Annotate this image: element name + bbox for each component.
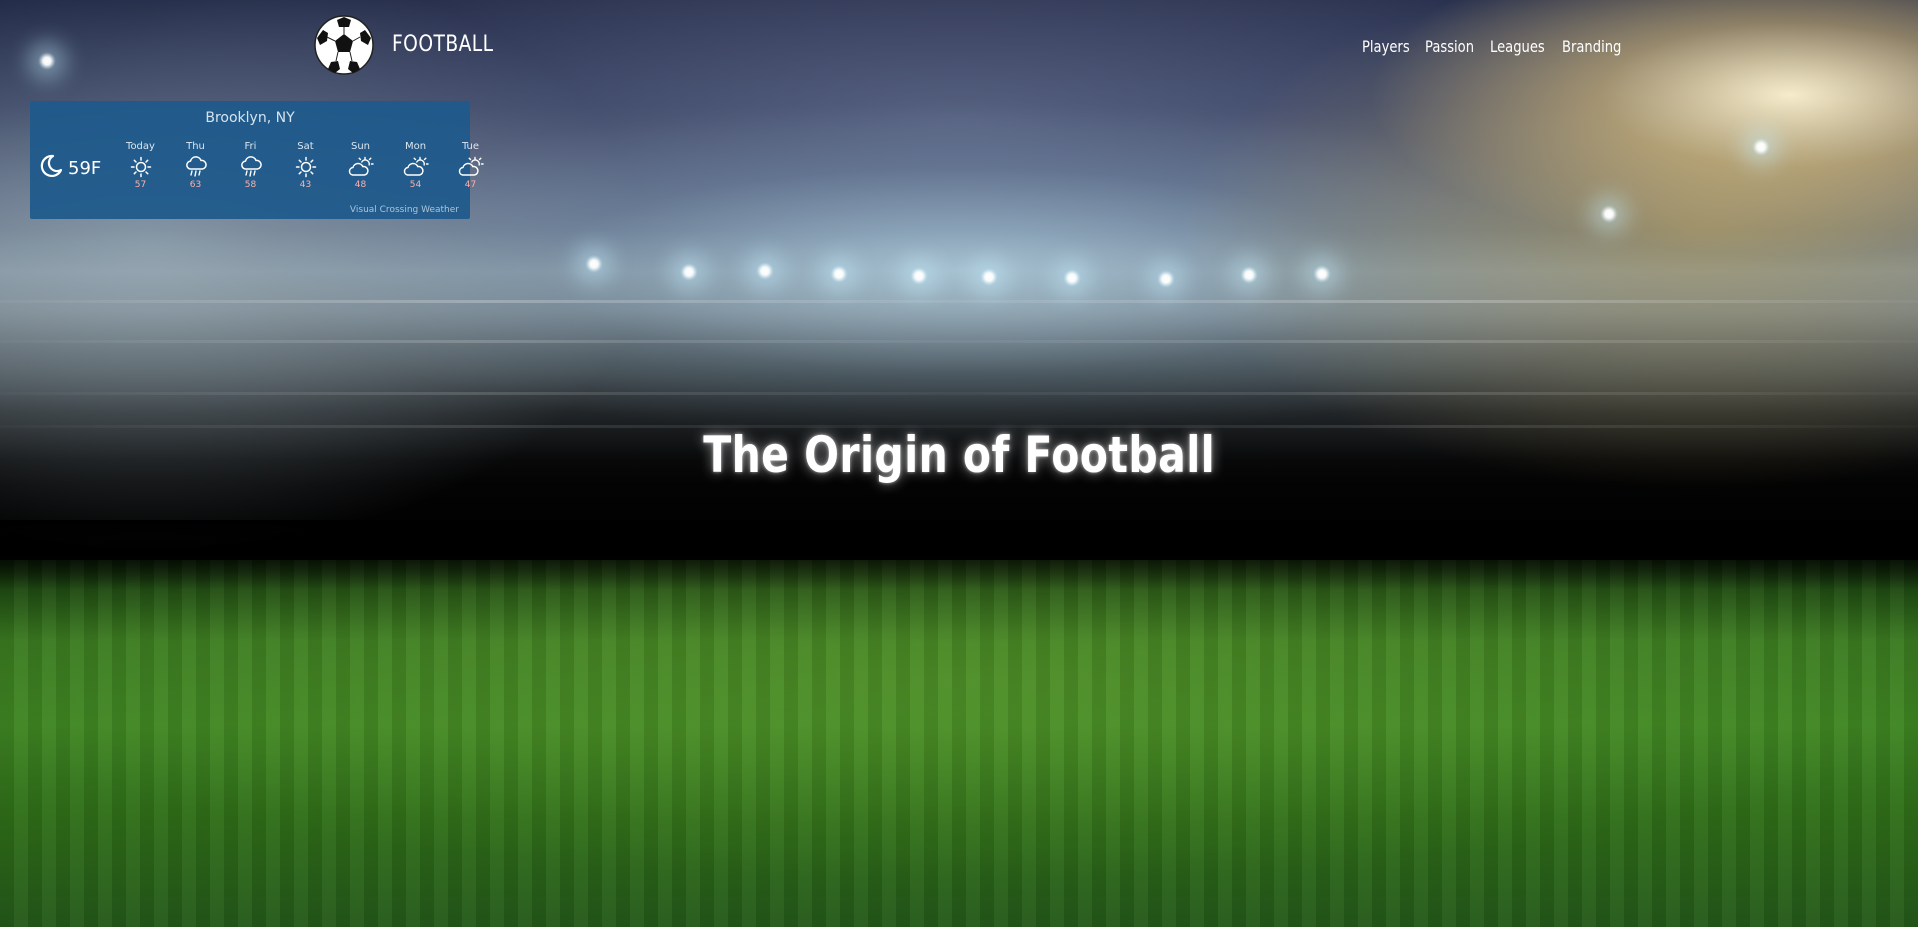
weather-day-name: Sun [350, 141, 371, 152]
sunny-icon [278, 155, 333, 179]
weather-day: Thu 63 [168, 141, 223, 190]
floodlight [38, 52, 56, 70]
floodlight [1240, 266, 1258, 284]
weather-day: Today 57 [113, 141, 168, 190]
main-nav: Players Passion Leagues Branding [1362, 37, 1626, 56]
nav-players[interactable]: Players [1362, 37, 1410, 56]
weather-widget[interactable]: Brooklyn, NY 59F Today 57 Thu 63 Fri 58 Sat 43 S… [30, 101, 484, 219]
weather-day-high: 63 [189, 180, 202, 190]
weather-location: Brooklyn, NY [205, 110, 295, 126]
rain-icon [168, 155, 223, 179]
floodlight [1313, 265, 1331, 283]
stand-line [0, 300, 1918, 303]
weather-day-high: 48 [354, 180, 367, 190]
floodlight [830, 265, 848, 283]
nav-passion[interactable]: Passion [1425, 37, 1474, 56]
floodlight [1600, 205, 1618, 223]
nav-branding[interactable]: Branding [1562, 37, 1621, 56]
hero-title-text: The Origin of Football [703, 425, 1215, 484]
weather-credit-link[interactable]: Visual Crossing Weather [350, 205, 459, 215]
weather-day: Sun 48 [333, 141, 388, 190]
weather-day-name: Tue [461, 141, 480, 152]
rain-icon [223, 155, 278, 179]
weather-day-high: 54 [409, 180, 422, 190]
stand-line [0, 392, 1918, 395]
floodlight [1752, 138, 1770, 156]
sunny-icon [113, 155, 168, 179]
weather-day: Fri 58 [223, 141, 278, 190]
partly-cloudy-icon [443, 155, 498, 179]
brand-title[interactable]: FOOTBALL [392, 32, 493, 57]
weather-current-temp: 59F [68, 157, 102, 179]
weather-day-high: 58 [244, 180, 257, 190]
nav-leagues[interactable]: Leagues [1490, 37, 1545, 56]
stand-line [0, 340, 1918, 343]
floodlight [1157, 270, 1175, 288]
floodlight [910, 267, 928, 285]
floodlight [1063, 269, 1081, 287]
clear-night-icon [38, 153, 64, 183]
weather-day-name: Sat [297, 141, 314, 152]
floodlight [756, 262, 774, 280]
floodlight [585, 255, 603, 273]
weather-day: Sat 43 [278, 141, 333, 190]
weather-current: 59F [38, 153, 101, 183]
partly-cloudy-icon [333, 155, 388, 179]
partly-cloudy-icon [388, 155, 443, 179]
weather-day-name: Today [126, 141, 155, 152]
weather-day-high: 57 [134, 180, 147, 190]
pitch-grass [0, 560, 1918, 927]
weather-day-name: Mon [404, 141, 427, 152]
weather-day-high: 47 [464, 180, 477, 190]
weather-day-high: 43 [299, 180, 312, 190]
soccer-ball-logo-icon[interactable] [313, 14, 375, 76]
weather-forecast: Today 57 Thu 63 Fri 58 Sat 43 Sun 48 Mon 54 Tue 47 [113, 141, 498, 190]
weather-day-name: Thu [186, 141, 205, 152]
pitch-shadow [0, 520, 1918, 590]
weather-day-name: Fri [244, 141, 257, 152]
weather-day: Mon 54 [388, 141, 443, 190]
weather-day: Tue 47 [443, 141, 498, 190]
hero-title: The Origin of Football [0, 426, 1918, 484]
floodlight [980, 268, 998, 286]
floodlight [680, 263, 698, 281]
